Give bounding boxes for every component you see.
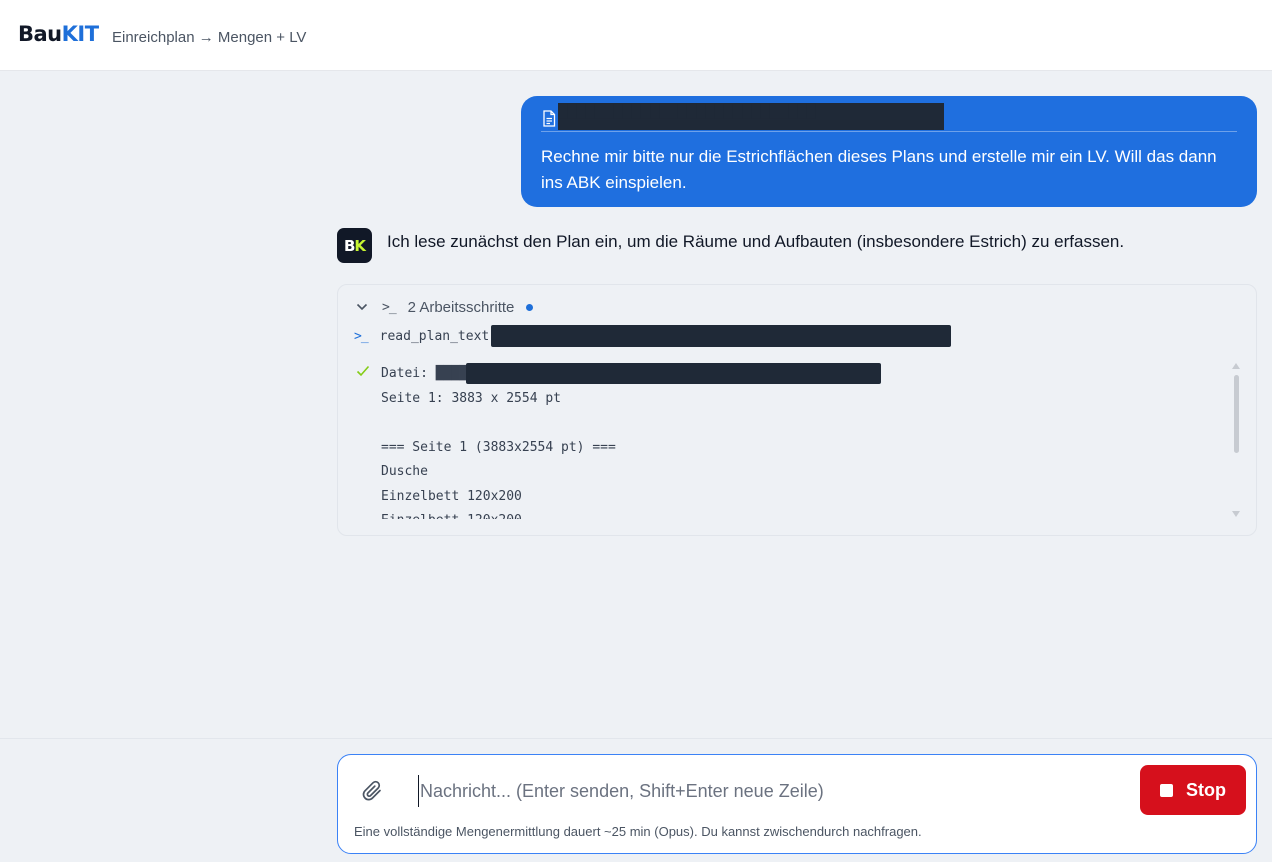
document-icon: [543, 110, 556, 127]
tool-output-lines: Datei: █████████████████████████████████…: [381, 362, 1221, 519]
scroll-down-icon[interactable]: [1232, 511, 1240, 517]
logo-text-kit: KIT: [61, 22, 99, 46]
work-steps-title: 2 Arbeitsschritte: [407, 298, 515, 316]
assistant-message-text: Ich lese zunächst den Plan ein, um die R…: [387, 232, 1125, 251]
app-header: BauKIT Einreichplan → Mengen + LV: [0, 0, 1272, 71]
attached-file-row[interactable]: ████████████████████████████: [541, 103, 1237, 132]
stop-button[interactable]: Stop: [1140, 765, 1246, 815]
terminal-icon: >_: [382, 299, 397, 315]
message-composer: Stop Eine vollständige Mengenermittlung …: [337, 754, 1257, 854]
message-input[interactable]: [418, 775, 1118, 807]
tool-call-row[interactable]: >_ read_plan_text: [354, 325, 952, 347]
output-scrollbar[interactable]: [1232, 359, 1240, 519]
avatar-letter-b: B: [343, 236, 355, 255]
user-message-bubble: ████████████████████████████ Rechne mir …: [521, 96, 1257, 207]
file-name-redacted: ████████████████████████████: [558, 103, 944, 130]
output-line: === Seite 1 (3883x2554 pt) ===: [381, 439, 616, 455]
output-line: Seite 1: 3883 x 2554 pt: [381, 390, 562, 406]
output-line: Dusche: [381, 464, 428, 479]
work-steps-panel: >_ 2 Arbeitsschritte >_ read_plan_text D…: [337, 284, 1257, 536]
tool-name: read_plan_text: [379, 328, 490, 344]
tool-output[interactable]: Datei: █████████████████████████████████…: [354, 359, 1240, 519]
assistant-avatar: BK: [337, 228, 372, 263]
stop-button-label: Stop: [1186, 779, 1226, 800]
chevron-down-icon: [356, 303, 368, 311]
output-line: Einzelbett 120x200: [381, 509, 1221, 519]
stop-icon: [1160, 783, 1173, 797]
breadcrumb: Einreichplan → Mengen + LV: [112, 29, 307, 46]
status-dot: [526, 303, 534, 311]
logo-text-bau: Bau: [18, 22, 62, 46]
scroll-thumb[interactable]: [1234, 375, 1239, 453]
tool-args-redacted: [491, 325, 952, 347]
paperclip-icon[interactable]: [362, 779, 384, 803]
work-steps-toggle[interactable]: >_ 2 Arbeitsschritte: [356, 297, 534, 317]
avatar-letter-k: K: [354, 236, 366, 255]
scroll-up-icon[interactable]: [1232, 363, 1240, 369]
output-line: Einzelbett 120x200: [381, 488, 522, 504]
composer-hint: Eine vollständige Mengenermittlung dauer…: [354, 824, 922, 839]
app-logo[interactable]: BauKIT: [18, 22, 99, 46]
file-path-redacted: [466, 363, 881, 384]
user-message-text: Rechne mir bitte nur die Estrichflächen …: [541, 147, 1217, 192]
check-icon: [356, 365, 370, 377]
terminal-icon: >_: [354, 328, 369, 344]
